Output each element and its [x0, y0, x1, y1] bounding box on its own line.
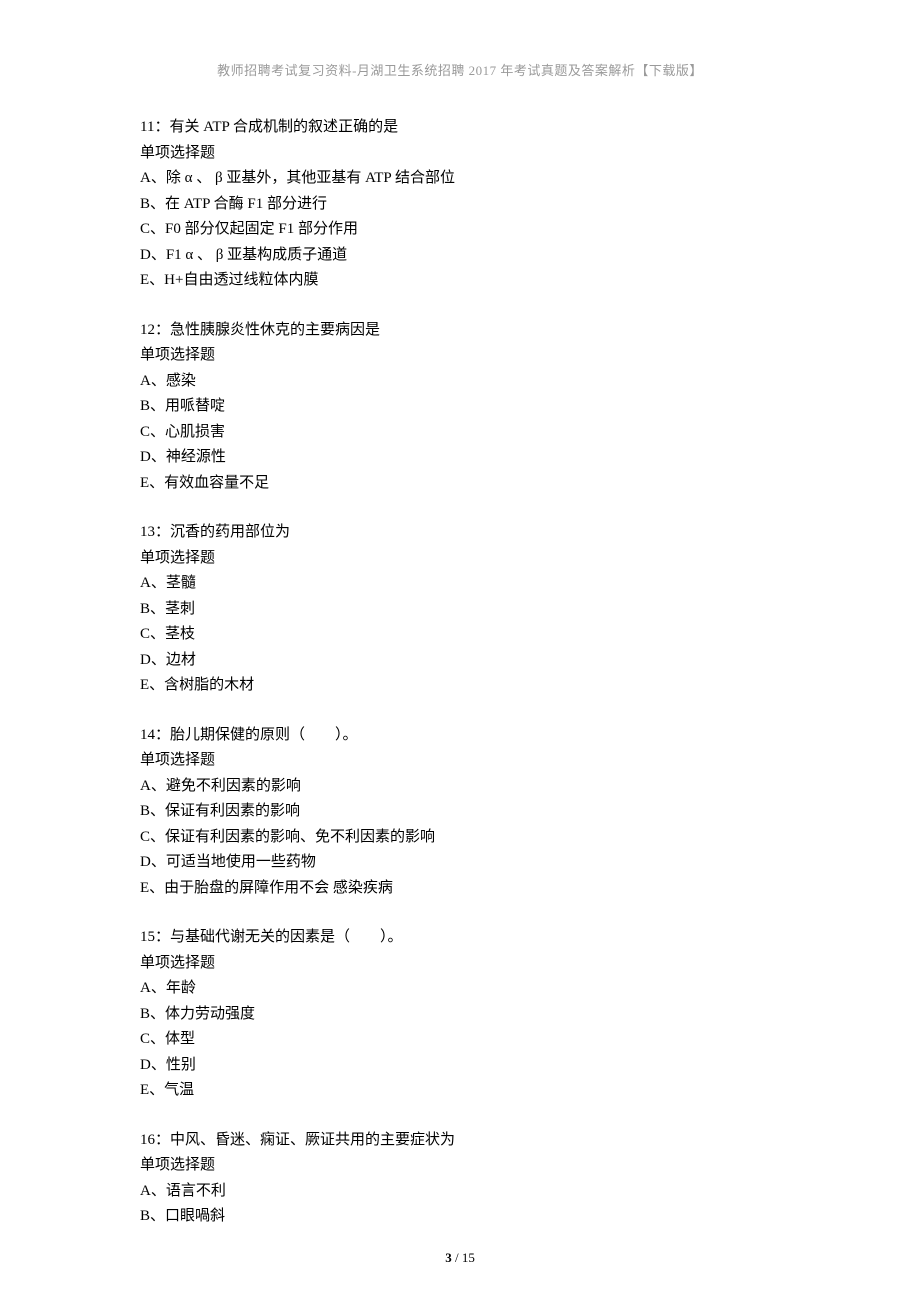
- question-type: 单项选择题: [140, 951, 780, 977]
- option-b: B、体力劳动强度: [140, 1002, 780, 1028]
- page-footer: 3 / 15: [140, 1250, 780, 1266]
- content-area: 11：有关 ATP 合成机制的叙述正确的是 单项选择题 A、除 α 、 β 亚基…: [140, 115, 780, 1230]
- page-header: 教师招聘考试复习资料-月湖卫生系统招聘 2017 年考试真题及答案解析【下载版】: [140, 60, 780, 79]
- question-title: 15：与基础代谢无关的因素是（ ）。: [140, 925, 780, 951]
- option-d: D、可适当地使用一些药物: [140, 850, 780, 876]
- question-type: 单项选择题: [140, 141, 780, 167]
- option-d: D、F1 α 、 β 亚基构成质子通道: [140, 243, 780, 269]
- option-c: C、保证有利因素的影响、免不利因素的影响: [140, 825, 780, 851]
- question-15: 15：与基础代谢无关的因素是（ ）。 单项选择题 A、年龄 B、体力劳动强度 C…: [140, 925, 780, 1104]
- option-b: B、茎刺: [140, 597, 780, 623]
- question-title: 13：沉香的药用部位为: [140, 520, 780, 546]
- option-a: A、年龄: [140, 976, 780, 1002]
- option-a: A、茎髓: [140, 571, 780, 597]
- option-c: C、茎枝: [140, 622, 780, 648]
- question-11: 11：有关 ATP 合成机制的叙述正确的是 单项选择题 A、除 α 、 β 亚基…: [140, 115, 780, 294]
- question-title: 11：有关 ATP 合成机制的叙述正确的是: [140, 115, 780, 141]
- option-b: B、口眼喎斜: [140, 1204, 780, 1230]
- option-e: E、有效血容量不足: [140, 471, 780, 497]
- option-a: A、除 α 、 β 亚基外，其他亚基有 ATP 结合部位: [140, 166, 780, 192]
- option-c: C、F0 部分仅起固定 F1 部分作用: [140, 217, 780, 243]
- question-13: 13：沉香的药用部位为 单项选择题 A、茎髓 B、茎刺 C、茎枝 D、边材 E、…: [140, 520, 780, 699]
- question-14: 14：胎儿期保健的原则（ ）。 单项选择题 A、避免不利因素的影响 B、保证有利…: [140, 723, 780, 902]
- question-type: 单项选择题: [140, 343, 780, 369]
- option-d: D、边材: [140, 648, 780, 674]
- option-b: B、在 ATP 合酶 F1 部分进行: [140, 192, 780, 218]
- option-e: E、由于胎盘的屏障作用不会 感染疾病: [140, 876, 780, 902]
- question-title: 16：中风、昏迷、痫证、厥证共用的主要症状为: [140, 1128, 780, 1154]
- question-title: 12：急性胰腺炎性休克的主要病因是: [140, 318, 780, 344]
- option-a: A、感染: [140, 369, 780, 395]
- question-16: 16：中风、昏迷、痫证、厥证共用的主要症状为 单项选择题 A、语言不利 B、口眼…: [140, 1128, 780, 1230]
- question-title: 14：胎儿期保健的原则（ ）。: [140, 723, 780, 749]
- option-e: E、含树脂的木材: [140, 673, 780, 699]
- option-c: C、体型: [140, 1027, 780, 1053]
- question-type: 单项选择题: [140, 546, 780, 572]
- question-type: 单项选择题: [140, 748, 780, 774]
- question-12: 12：急性胰腺炎性休克的主要病因是 单项选择题 A、感染 B、用哌替啶 C、心肌…: [140, 318, 780, 497]
- option-b: B、用哌替啶: [140, 394, 780, 420]
- option-a: A、语言不利: [140, 1179, 780, 1205]
- option-a: A、避免不利因素的影响: [140, 774, 780, 800]
- page-total: 15: [462, 1250, 475, 1265]
- option-d: D、性别: [140, 1053, 780, 1079]
- option-e: E、H+自由透过线粒体内膜: [140, 268, 780, 294]
- option-d: D、神经源性: [140, 445, 780, 471]
- option-c: C、心肌损害: [140, 420, 780, 446]
- option-e: E、气温: [140, 1078, 780, 1104]
- page-sep: /: [452, 1250, 462, 1265]
- question-type: 单项选择题: [140, 1153, 780, 1179]
- option-b: B、保证有利因素的影响: [140, 799, 780, 825]
